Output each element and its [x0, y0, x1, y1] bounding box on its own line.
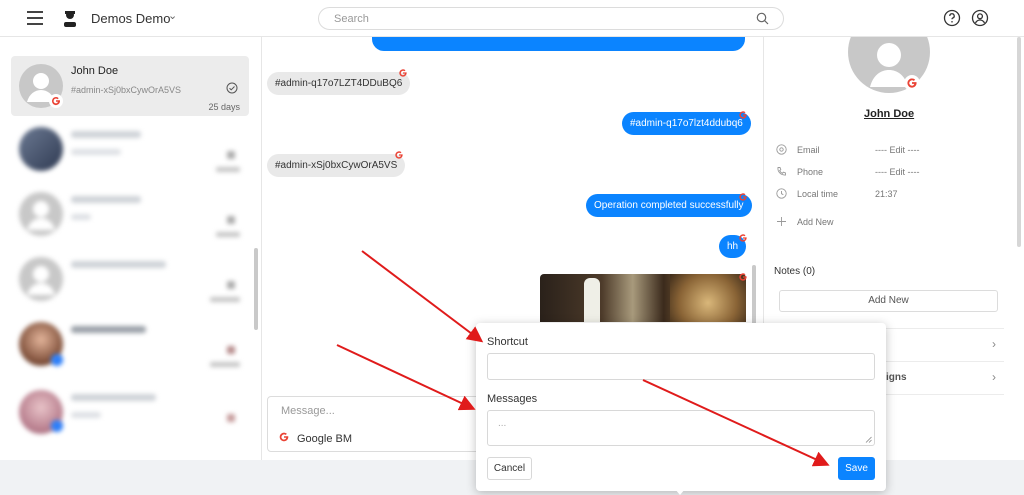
- top-bar: Demos Demo ⌄ Search: [0, 0, 1024, 37]
- field-label: Email: [797, 145, 820, 155]
- blurred-name: [71, 261, 166, 268]
- local-time-value: 21:37: [875, 189, 898, 199]
- message-bubble-incoming: #admin-q17o7LZT4DDuBQ6: [267, 72, 411, 95]
- conversation-list: John Doe #admin-xSj0bxCywOrA5VS 25 days: [0, 37, 262, 460]
- blurred-status-icon: [227, 216, 235, 224]
- blurred-status-icon: [227, 346, 235, 354]
- chevron-right-icon: ›: [992, 337, 996, 351]
- message-image[interactable]: [540, 274, 746, 322]
- google-icon: [904, 75, 920, 91]
- blurred-meta: [210, 297, 240, 302]
- help-icon[interactable]: [943, 9, 961, 27]
- conversation-name: John Doe: [71, 65, 119, 77]
- shortcut-label: Shortcut: [487, 336, 528, 348]
- conversation-item[interactable]: [11, 314, 249, 374]
- message-bubble-outgoing: #admin-q17o7lzt4ddubq6: [622, 112, 751, 135]
- messages-label: Messages: [487, 393, 538, 405]
- avatar: [19, 127, 63, 171]
- add-note-button[interactable]: Add New: [779, 290, 998, 312]
- blurred-name: [71, 326, 146, 333]
- avatar: [19, 257, 63, 301]
- contact-name[interactable]: John Doe: [864, 108, 914, 120]
- canned-response-popup: Shortcut Messages ... Cancel Save: [476, 323, 886, 495]
- email-edit-link[interactable]: ---- Edit ----: [875, 145, 920, 155]
- workspace-name[interactable]: Demos Demo: [91, 11, 170, 26]
- search-input[interactable]: Search: [318, 7, 784, 30]
- google-icon: [399, 69, 407, 77]
- avatar: [19, 192, 63, 236]
- blurred-meta: [216, 232, 240, 237]
- conversation-age: 25 days: [208, 102, 240, 112]
- add-field-label: Add New: [797, 217, 834, 227]
- blurred-text: [71, 214, 91, 220]
- blurred-status-icon: [227, 151, 235, 159]
- message-bubble-incoming: #admin-xSj0bxCywOrA5VS: [267, 154, 406, 177]
- save-button[interactable]: Save: [838, 457, 875, 480]
- clock-icon: [776, 188, 787, 199]
- resolved-check-icon[interactable]: [226, 82, 238, 94]
- blurred-text: [71, 149, 121, 155]
- contact-panel-scrollbar[interactable]: [1017, 37, 1021, 247]
- blurred-status-icon: [227, 281, 235, 289]
- shortcut-input[interactable]: [487, 353, 875, 380]
- message-bubble-outgoing: Operation completed successfully: [586, 194, 752, 217]
- resize-handle-icon[interactable]: [865, 436, 872, 443]
- phone-icon: [777, 167, 786, 176]
- conversation-item[interactable]: John Doe #admin-xSj0bxCywOrA5VS 25 days: [11, 56, 249, 116]
- plus-icon: [777, 217, 786, 226]
- conversation-list-scrollbar[interactable]: [254, 248, 258, 330]
- notes-heading: Notes (0): [774, 266, 816, 277]
- at-icon: [776, 144, 787, 155]
- google-icon: [739, 193, 747, 201]
- brand-logo-icon: [64, 11, 76, 27]
- blurred-name: [71, 394, 156, 401]
- field-label: Phone: [797, 167, 824, 177]
- channel-badge-icon: [51, 420, 63, 432]
- chevron-down-icon[interactable]: ⌄: [168, 9, 177, 22]
- google-icon: [49, 94, 63, 108]
- blurred-text: [71, 412, 101, 418]
- conversation-item[interactable]: [11, 119, 249, 179]
- google-icon: [739, 273, 747, 281]
- menu-icon[interactable]: [27, 11, 43, 25]
- google-icon: [739, 234, 747, 242]
- blurred-name: [71, 196, 141, 203]
- blurred-status-icon: [227, 414, 235, 422]
- conversation-item[interactable]: [11, 382, 249, 442]
- messages-placeholder: ...: [498, 418, 507, 429]
- google-icon: [739, 111, 747, 119]
- section-title: igns: [886, 372, 907, 383]
- channel-selector[interactable]: Google BM: [297, 433, 352, 445]
- conversation-item[interactable]: [11, 249, 249, 309]
- conversation-id: #admin-xSj0bxCywOrA5VS: [71, 85, 182, 95]
- google-icon: [395, 151, 403, 159]
- search-icon[interactable]: [756, 12, 769, 25]
- google-icon: [279, 432, 289, 442]
- message-bubble-outgoing: [372, 37, 745, 51]
- message-composer[interactable]: Message... Google BM: [267, 396, 481, 452]
- message-input-placeholder: Message...: [281, 405, 335, 417]
- phone-edit-link[interactable]: ---- Edit ----: [875, 167, 920, 177]
- chevron-right-icon: ›: [992, 370, 996, 384]
- cancel-button[interactable]: Cancel: [487, 457, 532, 480]
- messages-textarea[interactable]: ...: [487, 410, 875, 446]
- conversation-item[interactable]: [11, 184, 249, 244]
- popup-pointer: [675, 489, 685, 495]
- channel-badge-icon: [51, 354, 63, 366]
- field-label: Local time: [797, 189, 839, 199]
- blurred-meta: [216, 167, 240, 172]
- blurred-name: [71, 131, 141, 138]
- blurred-meta: [210, 362, 240, 367]
- search-placeholder: Search: [334, 13, 369, 25]
- account-icon[interactable]: [971, 9, 989, 27]
- chat-scrollbar[interactable]: [752, 265, 756, 325]
